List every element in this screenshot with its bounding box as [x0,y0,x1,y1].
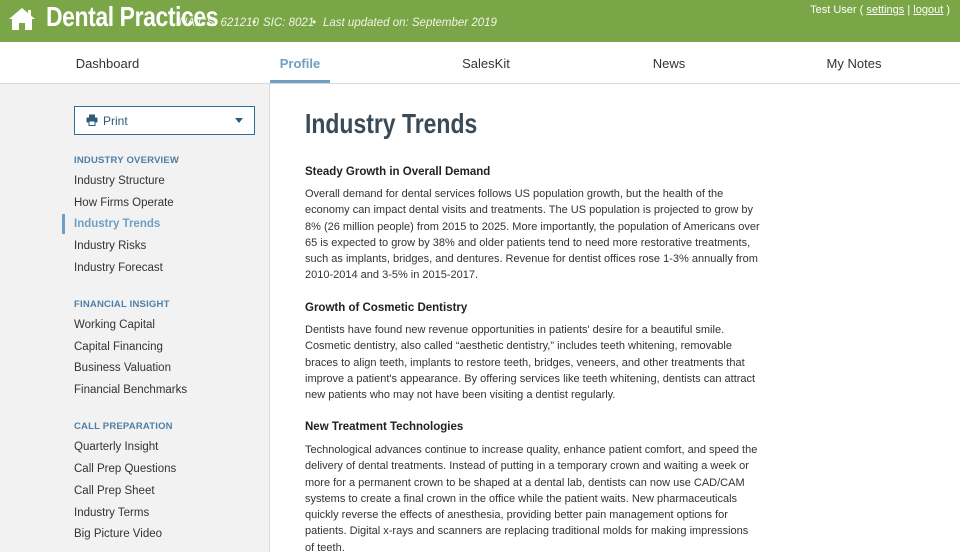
sidebar-item-big-picture-video[interactable]: Big Picture Video [74,528,162,540]
main-nav: Dashboard Profile SalesKit News My Notes [0,42,960,84]
top-header-bar: Dental Practices NAICS: 621210 • SIC: 80… [0,0,960,42]
meta-separator: • [312,15,317,29]
tab-saleskit[interactable]: SalesKit [440,42,532,84]
sidebar-item-industry-risks[interactable]: Industry Risks [74,240,146,252]
sidebar-item-industry-structure[interactable]: Industry Structure [74,175,165,187]
sidebar-item-industry-forecast[interactable]: Industry Forecast [74,262,163,274]
home-icon[interactable] [8,6,36,32]
sidebar-item-quarterly-insight[interactable]: Quarterly Insight [74,441,158,453]
sidebar-item-call-prep-sheet[interactable]: Call Prep Sheet [74,485,155,497]
paren-close: ) [943,4,950,16]
naics-code: NAICS: 621210 [179,17,259,29]
sidebar-heading-call-preparation: CALL PREPARATION [74,421,173,432]
section-body: Dentists have found new revenue opportun… [305,324,756,402]
sidebar-item-capital-financing[interactable]: Capital Financing [74,341,163,353]
tab-news[interactable]: News [630,42,708,84]
page-title: Industry Trends [305,108,478,139]
active-tab-indicator [270,80,330,83]
tab-profile[interactable]: Profile [255,42,345,84]
meta-separator: • [252,15,257,29]
section-heading: Steady Growth in Overall Demand [305,166,491,178]
section-body: Technological advances continue to incre… [305,444,758,552]
section-heading: New Treatment Technologies [305,421,464,433]
tab-my-notes[interactable]: My Notes [810,42,898,84]
sidebar-heading-industry-overview: INDUSTRY OVERVIEW [74,155,180,166]
sidebar-item-how-firms-operate[interactable]: How Firms Operate [74,197,174,209]
sic-code: SIC: 8021 [263,17,315,29]
sidebar-item-working-capital[interactable]: Working Capital [74,319,155,331]
sidebar-item-business-valuation[interactable]: Business Valuation [74,362,171,374]
user-name: Test User [810,4,857,16]
paren-open: ( [856,4,867,16]
settings-link[interactable]: settings [866,4,904,16]
sidebar-item-industry-terms[interactable]: Industry Terms [74,507,149,519]
printer-icon [86,114,98,126]
active-item-indicator [62,214,65,234]
sidebar-item-call-prep-questions[interactable]: Call Prep Questions [74,463,176,475]
sidebar-heading-financial-insight: FINANCIAL INSIGHT [74,299,170,310]
section-heading: Growth of Cosmetic Dentistry [305,302,468,314]
tab-dashboard[interactable]: Dashboard [60,42,155,84]
user-menu: Test User ( settings | logout ) [810,4,950,16]
section-body: Overall demand for dental services follo… [305,188,760,282]
link-separator: | [904,4,914,16]
print-dropdown-button[interactable]: Print [74,106,255,135]
logout-link[interactable]: logout [913,4,943,16]
last-updated: Last updated on: September 2019 [323,17,497,29]
sidebar-item-industry-trends[interactable]: Industry Trends [74,218,160,230]
caret-down-icon [235,118,243,123]
sidebar-item-financial-benchmarks[interactable]: Financial Benchmarks [74,384,187,396]
print-label: Print [103,114,128,128]
